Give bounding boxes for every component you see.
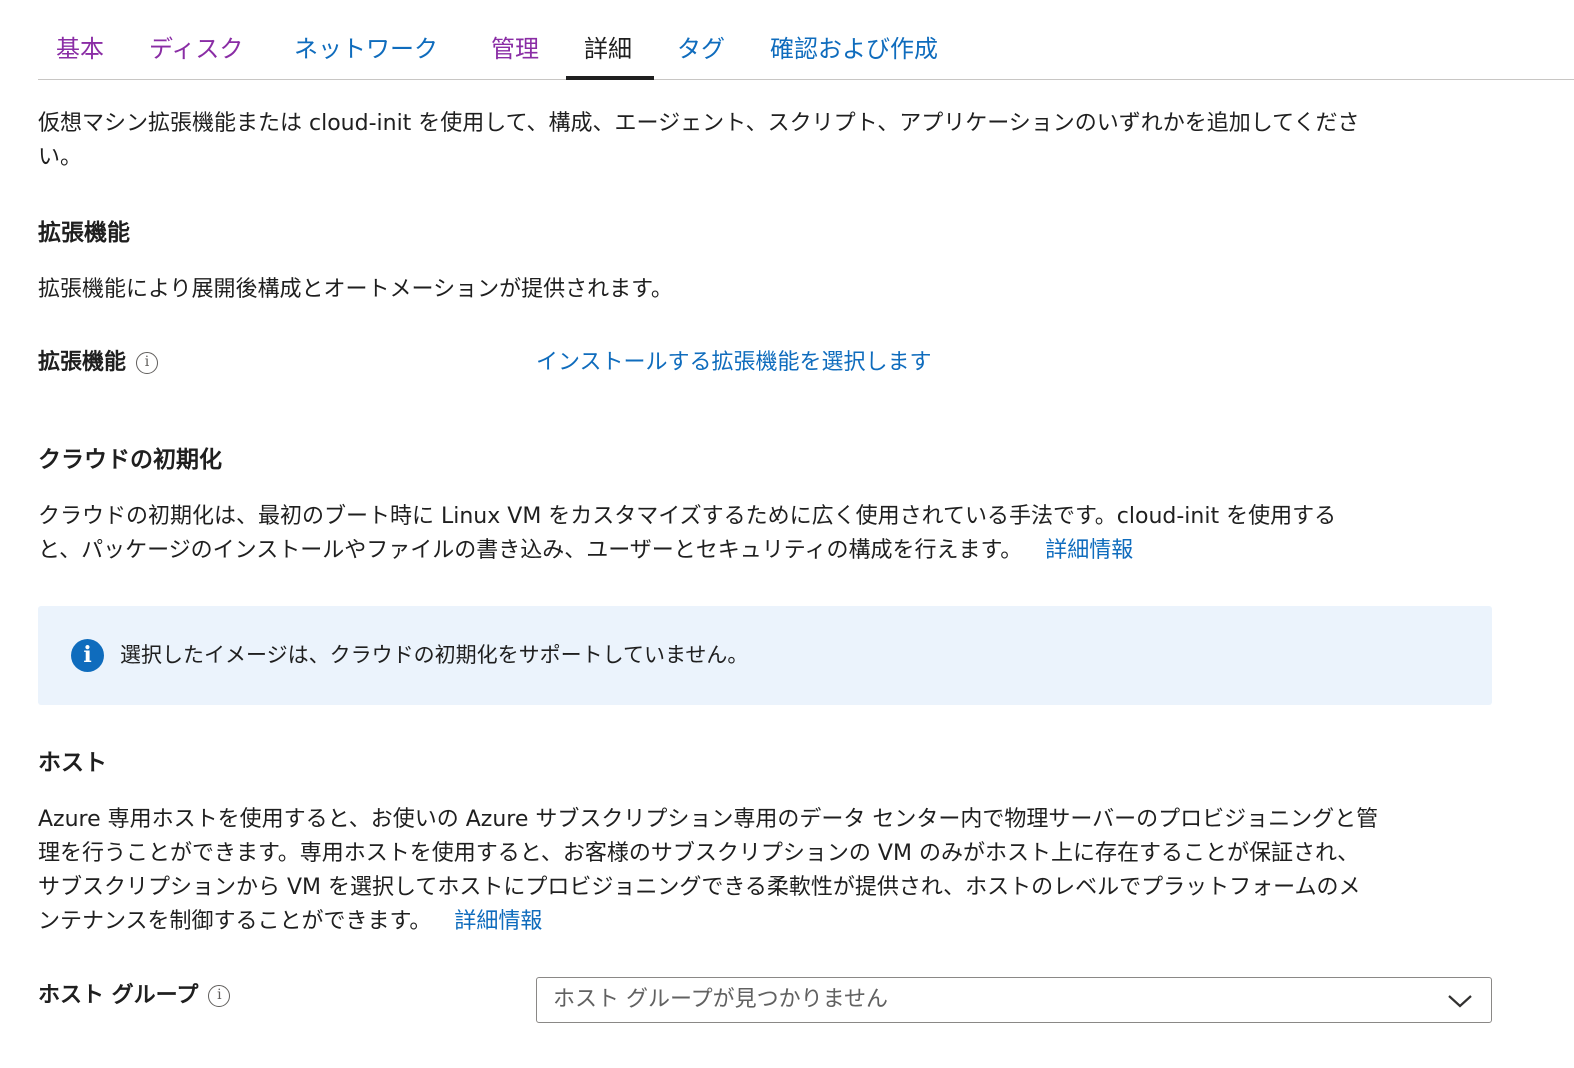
tab-review-create[interactable]: 確認および作成: [770, 30, 938, 80]
host-group-placeholder: ホスト グループが見つかりません: [553, 987, 889, 1012]
chevron-down-icon: [1448, 995, 1472, 1008]
host-learn-more-link[interactable]: 詳細情報: [454, 909, 542, 934]
cloud-init-line-1: クラウドの初期化は、最初のブート時に Linux VM をカスタマイズするために…: [38, 504, 1337, 529]
host-line-3: サブスクリプションから VM を選択してホストにプロビジョニングできる柔軟性が提…: [38, 875, 1361, 900]
tab-disks[interactable]: ディスク: [149, 30, 243, 80]
cloud-init-line-2: と、パッケージのインストールやファイルの書き込み、ユーザーとセキュリティの構成を…: [38, 534, 1133, 568]
host-group-label: ホスト グループ: [38, 983, 199, 1008]
host-line-2: 理を行うことができます。専用ホストを使用すると、お客様のサブスクリプションの V…: [38, 841, 1360, 866]
info-icon[interactable]: i: [136, 352, 159, 374]
cloud-init-heading: クラウドの初期化: [38, 447, 222, 473]
info-filled-icon: i: [71, 639, 104, 672]
cloud-init-notice-text: 選択したイメージは、クラウドの初期化をサポートしていません。: [120, 643, 749, 667]
host-heading: ホスト: [38, 750, 107, 776]
intro-line-1: 仮想マシン拡張機能または cloud-init を使用して、構成、エージェント、…: [38, 111, 1360, 136]
intro-line-2: い。: [38, 145, 83, 170]
extensions-field: 拡張機能 i: [38, 348, 159, 378]
host-line-1: Azure 専用ホストを使用すると、お使いの Azure サブスクリプション専用…: [38, 807, 1379, 832]
tab-basics[interactable]: 基本: [56, 30, 104, 80]
tab-tags[interactable]: タグ: [677, 30, 725, 80]
host-line-4-text: ンテナンスを制御することができます。: [38, 909, 432, 934]
info-icon[interactable]: i: [208, 985, 231, 1007]
cloud-init-notice: i 選択したイメージは、クラウドの初期化をサポートしていません。: [38, 606, 1492, 705]
extensions-description: 拡張機能により展開後構成とオートメーションが提供されます。: [38, 277, 673, 302]
tab-management[interactable]: 管理: [491, 30, 539, 80]
host-group-field: ホスト グループ i: [38, 981, 231, 1011]
cloud-init-line-2-text: と、パッケージのインストールやファイルの書き込み、ユーザーとセキュリティの構成を…: [38, 538, 1023, 563]
tab-advanced[interactable]: 詳細: [566, 30, 654, 80]
tab-networking[interactable]: ネットワーク: [294, 30, 438, 80]
extensions-heading: 拡張機能: [38, 220, 130, 246]
select-extensions-link[interactable]: インストールする拡張機能を選択します: [536, 346, 932, 380]
tab-bar: 基本 ディスク ネットワーク 管理 詳細 タグ 確認および作成: [38, 0, 1574, 80]
host-line-4: ンテナンスを制御することができます。 詳細情報: [38, 905, 542, 939]
extensions-field-label: 拡張機能: [38, 350, 127, 375]
cloud-init-learn-more-link[interactable]: 詳細情報: [1045, 538, 1133, 563]
host-group-select[interactable]: ホスト グループが見つかりません: [536, 977, 1492, 1023]
